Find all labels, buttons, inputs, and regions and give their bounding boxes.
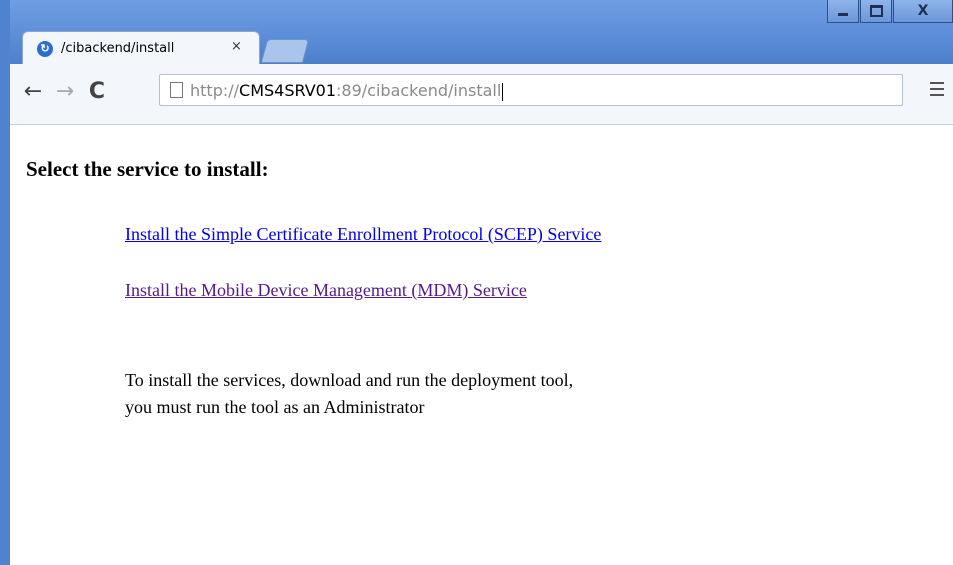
back-arrow-icon[interactable]: ← — [20, 79, 46, 105]
minimize-button[interactable] — [827, 0, 859, 23]
window-controls: X — [826, 0, 953, 26]
url-scheme: http:// — [190, 81, 240, 100]
reload-icon[interactable]: C — [84, 79, 110, 105]
install-mdm-link[interactable]: Install the Mobile Device Management (MD… — [125, 280, 527, 301]
url-path: :89/cibackend/install — [336, 81, 502, 100]
new-tab-button[interactable] — [260, 39, 310, 63]
install-note-line-2: you must run the tool as an Administrato… — [125, 397, 425, 417]
tab-close-icon[interactable]: × — [231, 39, 242, 54]
text-caret — [502, 82, 504, 101]
browser-toolbar: ← → C http://CMS4SRV01:89/cibackend/inst… — [10, 64, 953, 125]
install-scep-link[interactable]: Install the Simple Certificate Enrollmen… — [125, 224, 601, 245]
install-note-line-1: To install the services, download and ru… — [125, 370, 574, 390]
menu-icon[interactable] — [930, 82, 944, 96]
url-host: CMS4SRV01 — [239, 81, 337, 100]
tab-title: /cibackend/install — [61, 41, 175, 56]
minimize-icon — [838, 12, 848, 16]
maximize-button[interactable] — [860, 0, 892, 23]
forward-arrow-icon[interactable]: → — [52, 79, 78, 105]
install-note: To install the services, download and ru… — [125, 367, 573, 421]
close-icon: X — [917, 3, 929, 19]
chrome-logo-icon: ↻ — [37, 41, 53, 57]
maximize-icon — [869, 5, 883, 17]
close-window-button[interactable]: X — [893, 0, 953, 23]
page-content: Select the service to install: Install t… — [10, 125, 953, 565]
address-bar[interactable]: http://CMS4SRV01:89/cibackend/install — [159, 74, 903, 106]
page-icon — [170, 82, 183, 98]
browser-window: X ↻ /cibackend/install × ← → C http://CM… — [0, 0, 953, 565]
tab-active[interactable]: ↻ /cibackend/install × — [22, 31, 260, 66]
url-text[interactable]: http://CMS4SRV01:89/cibackend/install — [190, 81, 504, 101]
page-heading: Select the service to install: — [26, 157, 269, 181]
